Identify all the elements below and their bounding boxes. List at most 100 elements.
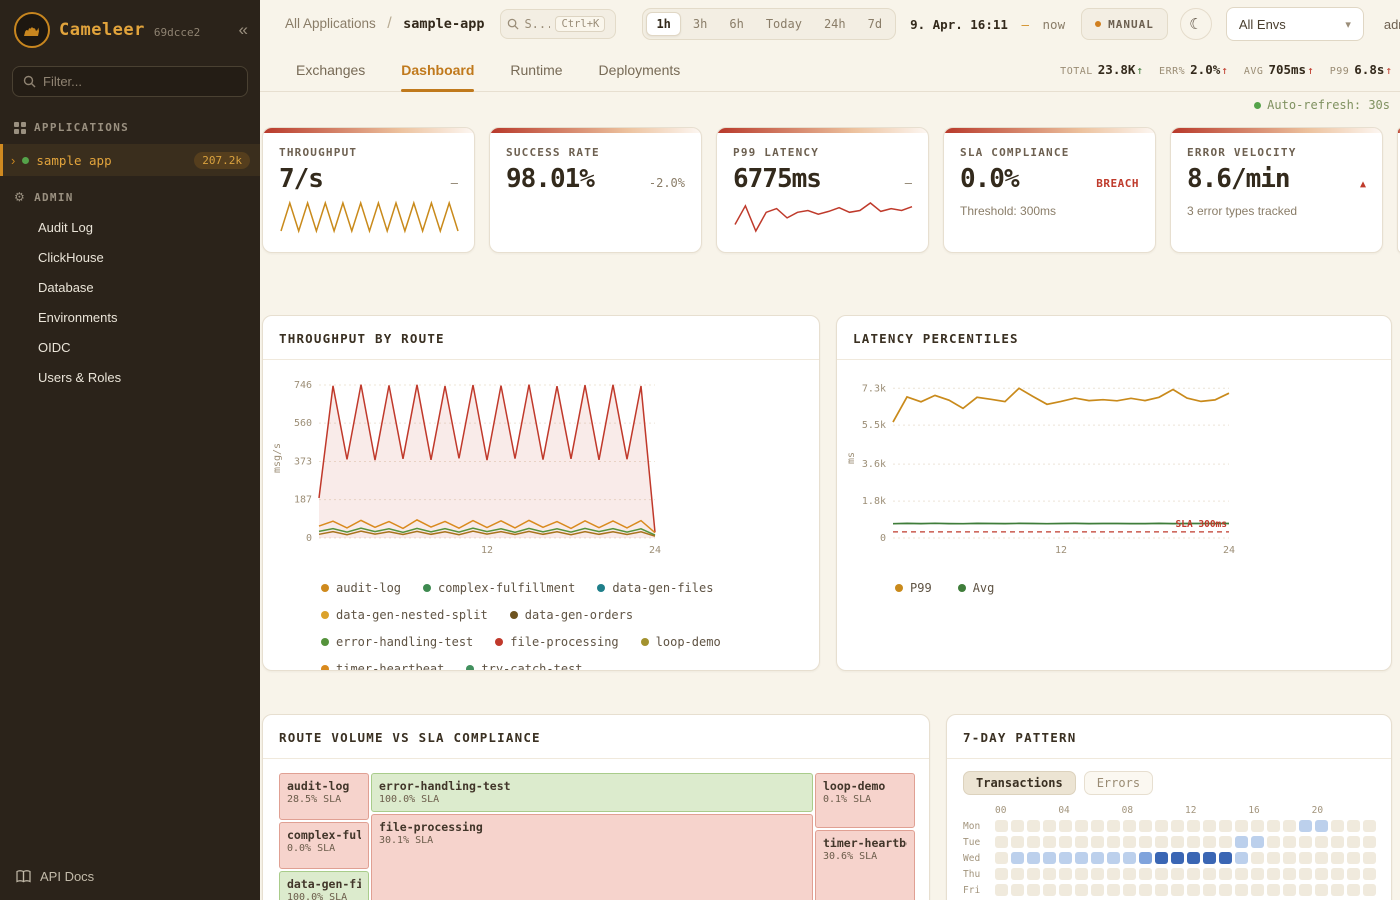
api-docs-label: API Docs bbox=[40, 869, 94, 884]
tab-dashboard[interactable]: Dashboard bbox=[401, 48, 474, 91]
legend-item-file-processing[interactable]: file-processing bbox=[495, 635, 618, 649]
heatmap-cell bbox=[1059, 820, 1072, 832]
legend-item-error-handling-test[interactable]: error-handling-test bbox=[321, 635, 473, 649]
heatmap-cell bbox=[1075, 820, 1088, 832]
legend-item-avg[interactable]: Avg bbox=[958, 581, 995, 595]
time-range-7d[interactable]: 7d bbox=[858, 12, 892, 36]
treemap-cell-label: timer-heartbeat bbox=[823, 836, 907, 850]
time-range-today[interactable]: Today bbox=[756, 12, 812, 36]
sidebar-item-audit-log[interactable]: Audit Log bbox=[0, 212, 260, 242]
sidebar-item-users-roles[interactable]: Users & Roles bbox=[0, 362, 260, 392]
heatmap-cell bbox=[1219, 852, 1232, 864]
svg-text:ms: ms bbox=[846, 452, 857, 464]
heatmap-row-thu: Thu bbox=[963, 868, 1375, 880]
legend-dot bbox=[466, 665, 474, 671]
sidebar-api-docs[interactable]: API Docs bbox=[0, 855, 260, 900]
dashboard-content: THROUGHPUT7/s–SUCCESS RATE98.01%-2.0%P99… bbox=[260, 118, 1400, 900]
sidebar-filter[interactable] bbox=[12, 66, 248, 97]
search-input[interactable] bbox=[524, 17, 550, 31]
legend-item-data-gen-files[interactable]: data-gen-files bbox=[597, 581, 713, 595]
legend-dot bbox=[495, 638, 503, 646]
chart-body: 7.3k5.5k3.6k1.8k01224msSLA 300ms bbox=[837, 360, 1391, 571]
legend-item-audit-log[interactable]: audit-log bbox=[321, 581, 401, 595]
heatmap-cell bbox=[1235, 836, 1248, 848]
legend-label: file-processing bbox=[510, 635, 618, 649]
pattern-toggle-transactions[interactable]: Transactions bbox=[963, 771, 1076, 795]
heatmap-row-tue: Tue bbox=[963, 836, 1375, 848]
sidebar-collapse-button[interactable]: « bbox=[239, 20, 248, 40]
legend-label: try-catch-test bbox=[481, 662, 582, 671]
heatmap-cell bbox=[1187, 836, 1200, 848]
sidebar-item-environments[interactable]: Environments bbox=[0, 302, 260, 332]
legend-item-data-gen-nested-split[interactable]: data-gen-nested-split bbox=[321, 608, 488, 622]
time-range-6h[interactable]: 6h bbox=[719, 12, 753, 36]
charts-row: THROUGHPUT BY ROUTE 74656037318701224msg… bbox=[262, 315, 1400, 671]
heatmap-cell bbox=[1107, 820, 1120, 832]
heatmap-cell bbox=[1363, 884, 1376, 896]
pattern-toggle-errors[interactable]: Errors bbox=[1084, 771, 1153, 795]
time-range-1h[interactable]: 1h bbox=[646, 12, 680, 36]
treemap-cell-file-processing[interactable]: file-processing30.1% SLA bbox=[371, 814, 813, 900]
stat-label: ERR% bbox=[1159, 66, 1185, 77]
user-menu[interactable]: admin bbox=[1384, 17, 1400, 32]
sidebar-item-oidc[interactable]: OIDC bbox=[0, 332, 260, 362]
sidebar-item-clickhouse[interactable]: ClickHouse bbox=[0, 242, 260, 272]
auto-refresh-label: Auto-refresh: 30s bbox=[1267, 98, 1390, 112]
legend-item-loop-demo[interactable]: loop-demo bbox=[641, 635, 721, 649]
legend-item-p99[interactable]: P99 bbox=[895, 581, 932, 595]
treemap-cell-timer-heartbeat[interactable]: timer-heartbeat30.6% SLA bbox=[815, 830, 915, 900]
heatmap-cell bbox=[1235, 868, 1248, 880]
date-range-from: 9. Apr. 16:11 bbox=[910, 17, 1008, 32]
kpi-accent-strip bbox=[717, 128, 928, 133]
sidebar-item-database[interactable]: Database bbox=[0, 272, 260, 302]
sidebar-item-sample-app[interactable]: › sample app 207.2k bbox=[0, 144, 260, 176]
treemap-cell-data-gen-files[interactable]: data-gen-files100.0% SLA bbox=[279, 871, 369, 900]
heatmap-cell bbox=[1027, 868, 1040, 880]
time-range-24h[interactable]: 24h bbox=[814, 12, 856, 36]
heatmap-cell bbox=[1123, 868, 1136, 880]
heatmap-cell bbox=[1315, 820, 1328, 832]
kpi-delta: -2.0% bbox=[649, 176, 685, 192]
kpi-title: THROUGHPUT bbox=[279, 146, 458, 159]
breadcrumb-all-applications[interactable]: All Applications bbox=[285, 16, 376, 31]
legend-label: audit-log bbox=[336, 581, 401, 595]
treemap-cell-sla: 0.0% SLA bbox=[287, 843, 361, 854]
heatmap-cell bbox=[1139, 836, 1152, 848]
tab-exchanges[interactable]: Exchanges bbox=[296, 48, 365, 91]
kpi-title: ERROR VELOCITY bbox=[1187, 146, 1366, 159]
applications-section-header: APPLICATIONS bbox=[0, 111, 260, 142]
treemap-cell-loop-demo[interactable]: loop-demo0.1% SLA bbox=[815, 773, 915, 828]
tab-runtime[interactable]: Runtime bbox=[510, 48, 562, 91]
environment-select[interactable]: All Envs ▾ bbox=[1226, 7, 1364, 41]
kpi-title: P99 LATENCY bbox=[733, 146, 912, 159]
legend-item-try-catch-test[interactable]: try-catch-test bbox=[466, 662, 582, 671]
treemap-cell-error-handling-test[interactable]: error-handling-test100.0% SLA bbox=[371, 773, 813, 812]
stat-avg: AVG705ms↑ bbox=[1244, 62, 1314, 77]
heatmap-cell bbox=[1091, 836, 1104, 848]
stat-err: ERR%2.0%↑ bbox=[1159, 62, 1228, 77]
theme-toggle-button[interactable]: ☾ bbox=[1180, 8, 1212, 40]
time-range-3h[interactable]: 3h bbox=[683, 12, 717, 36]
legend-item-timer-heartbeat[interactable]: timer-heartbeat bbox=[321, 662, 444, 671]
heatmap-cell bbox=[1155, 820, 1168, 832]
treemap-cell-audit-log[interactable]: audit-log28.5% SLA bbox=[279, 773, 369, 820]
global-search[interactable]: Ctrl+K bbox=[500, 9, 616, 39]
heatmap-cell bbox=[1331, 820, 1344, 832]
legend-item-data-gen-orders[interactable]: data-gen-orders bbox=[510, 608, 633, 622]
legend-item-complex-fulfillment[interactable]: complex-fulfillment bbox=[423, 581, 575, 595]
heatmap-cell bbox=[1315, 836, 1328, 848]
kpi-card-success-rate: SUCCESS RATE98.01%-2.0% bbox=[489, 127, 702, 253]
manual-refresh-button[interactable]: MANUAL bbox=[1081, 8, 1168, 40]
legend-label: data-gen-files bbox=[612, 581, 713, 595]
heatmap-cell bbox=[1075, 884, 1088, 896]
heatmap-cell bbox=[1123, 884, 1136, 896]
admin-menu: Audit LogClickHouseDatabaseEnvironmentsO… bbox=[0, 212, 260, 392]
throughput-by-route-card: THROUGHPUT BY ROUTE 74656037318701224msg… bbox=[262, 315, 820, 671]
treemap-cell-complex-fulfil[interactable]: complex-fulfil...0.0% SLA bbox=[279, 822, 369, 869]
treemap-cell-sla: 100.0% SLA bbox=[379, 794, 805, 805]
tab-deployments[interactable]: Deployments bbox=[599, 48, 681, 91]
legend-dot bbox=[321, 611, 329, 619]
heatmap-cell bbox=[1363, 836, 1376, 848]
heatmap-cell bbox=[1139, 868, 1152, 880]
filter-input[interactable] bbox=[43, 74, 237, 89]
